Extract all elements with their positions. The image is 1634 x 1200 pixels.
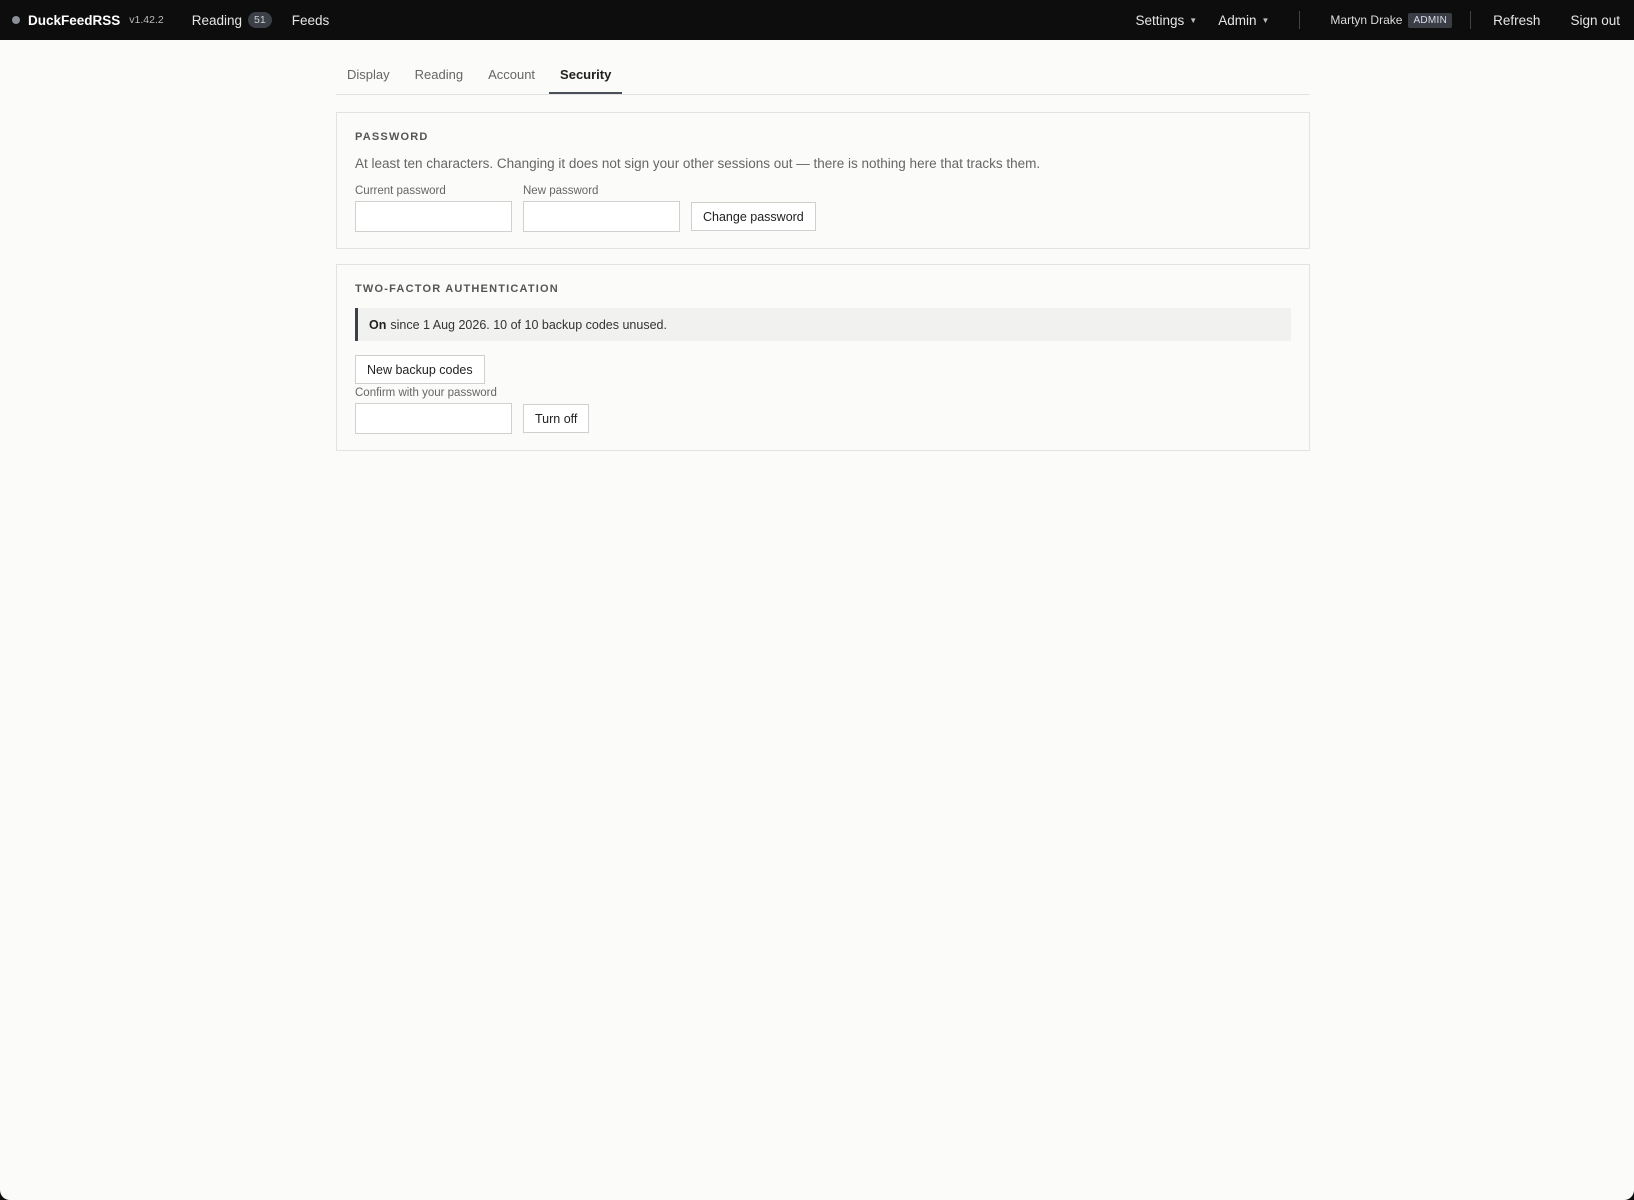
two-factor-card: TWO-FACTOR AUTHENTICATION On since 1 Aug… bbox=[336, 264, 1310, 451]
settings-menu[interactable]: Settings ▼ bbox=[1136, 13, 1198, 28]
new-password-label: New password bbox=[523, 185, 599, 197]
user-name: Martyn Drake bbox=[1330, 13, 1403, 27]
brand-name: DuckFeedRSS bbox=[28, 12, 121, 28]
current-user: Martyn Drake ADMIN bbox=[1330, 12, 1453, 28]
confirm-password-label: Confirm with your password bbox=[355, 387, 497, 399]
topbar-right-group: Settings ▼ Admin ▼ Martyn Drake ADMIN Re… bbox=[1115, 11, 1620, 29]
tab-reading[interactable]: Reading bbox=[404, 67, 474, 94]
two-factor-status-state: On bbox=[369, 317, 387, 332]
two-factor-status-text: since 1 Aug 2026. 10 of 10 backup codes … bbox=[390, 317, 667, 332]
chevron-down-icon: ▼ bbox=[1261, 15, 1270, 25]
turn-off-form: Turn off bbox=[355, 403, 1291, 434]
confirm-password-field bbox=[355, 403, 512, 434]
password-section-title: PASSWORD bbox=[355, 131, 429, 143]
nav-feeds[interactable]: Feeds bbox=[292, 13, 330, 28]
nav-reading-label: Reading bbox=[191, 12, 243, 28]
new-password-input[interactable] bbox=[523, 201, 680, 232]
admin-menu[interactable]: Admin ▼ bbox=[1218, 13, 1269, 28]
tab-security[interactable]: Security bbox=[549, 67, 623, 94]
app-version: v1.42.2 bbox=[129, 14, 164, 26]
refresh-button[interactable]: Refresh bbox=[1493, 13, 1540, 28]
current-password-input[interactable] bbox=[355, 201, 512, 232]
new-password-field: New password bbox=[523, 185, 680, 232]
divider bbox=[1470, 11, 1472, 29]
backup-codes-row: New backup codes bbox=[355, 355, 1291, 385]
divider bbox=[1299, 11, 1301, 29]
password-form: Current password New password Change pas… bbox=[355, 185, 1291, 232]
role-badge: ADMIN bbox=[1408, 12, 1453, 28]
nav-reading[interactable]: Reading 51 bbox=[192, 12, 272, 28]
main-content: Display Reading Account Security PASSWOR… bbox=[0, 40, 1634, 1200]
tab-account[interactable]: Account bbox=[477, 67, 546, 94]
tab-display[interactable]: Display bbox=[336, 67, 401, 94]
password-description: At least ten characters. Changing it doe… bbox=[355, 156, 1041, 171]
two-factor-section-title: TWO-FACTOR AUTHENTICATION bbox=[355, 283, 559, 295]
settings-menu-label: Settings bbox=[1135, 12, 1185, 28]
change-password-button[interactable]: Change password bbox=[691, 202, 816, 231]
password-card: PASSWORD At least ten characters. Changi… bbox=[336, 112, 1310, 249]
current-password-field: Current password bbox=[355, 185, 512, 232]
sign-out-button[interactable]: Sign out bbox=[1570, 13, 1620, 28]
chevron-down-icon: ▼ bbox=[1189, 15, 1198, 25]
new-backup-codes-button[interactable]: New backup codes bbox=[355, 355, 485, 384]
top-navigation-bar: DuckFeedRSS v1.42.2 Reading 51 Feeds Set… bbox=[0, 0, 1634, 40]
brand-dot-icon bbox=[12, 16, 20, 24]
turn-off-button[interactable]: Turn off bbox=[523, 404, 590, 433]
confirm-password-input[interactable] bbox=[355, 403, 512, 434]
admin-menu-label: Admin bbox=[1218, 12, 1257, 28]
settings-panel: Display Reading Account Security PASSWOR… bbox=[336, 40, 1310, 451]
nav-feeds-label: Feeds bbox=[291, 12, 330, 28]
two-factor-status: On since 1 Aug 2026. 10 of 10 backup cod… bbox=[355, 308, 1291, 341]
current-password-label: Current password bbox=[355, 185, 446, 197]
brand[interactable]: DuckFeedRSS v1.42.2 bbox=[12, 13, 164, 28]
unread-count-badge: 51 bbox=[248, 12, 272, 28]
settings-tabs: Display Reading Account Security bbox=[336, 40, 1310, 95]
